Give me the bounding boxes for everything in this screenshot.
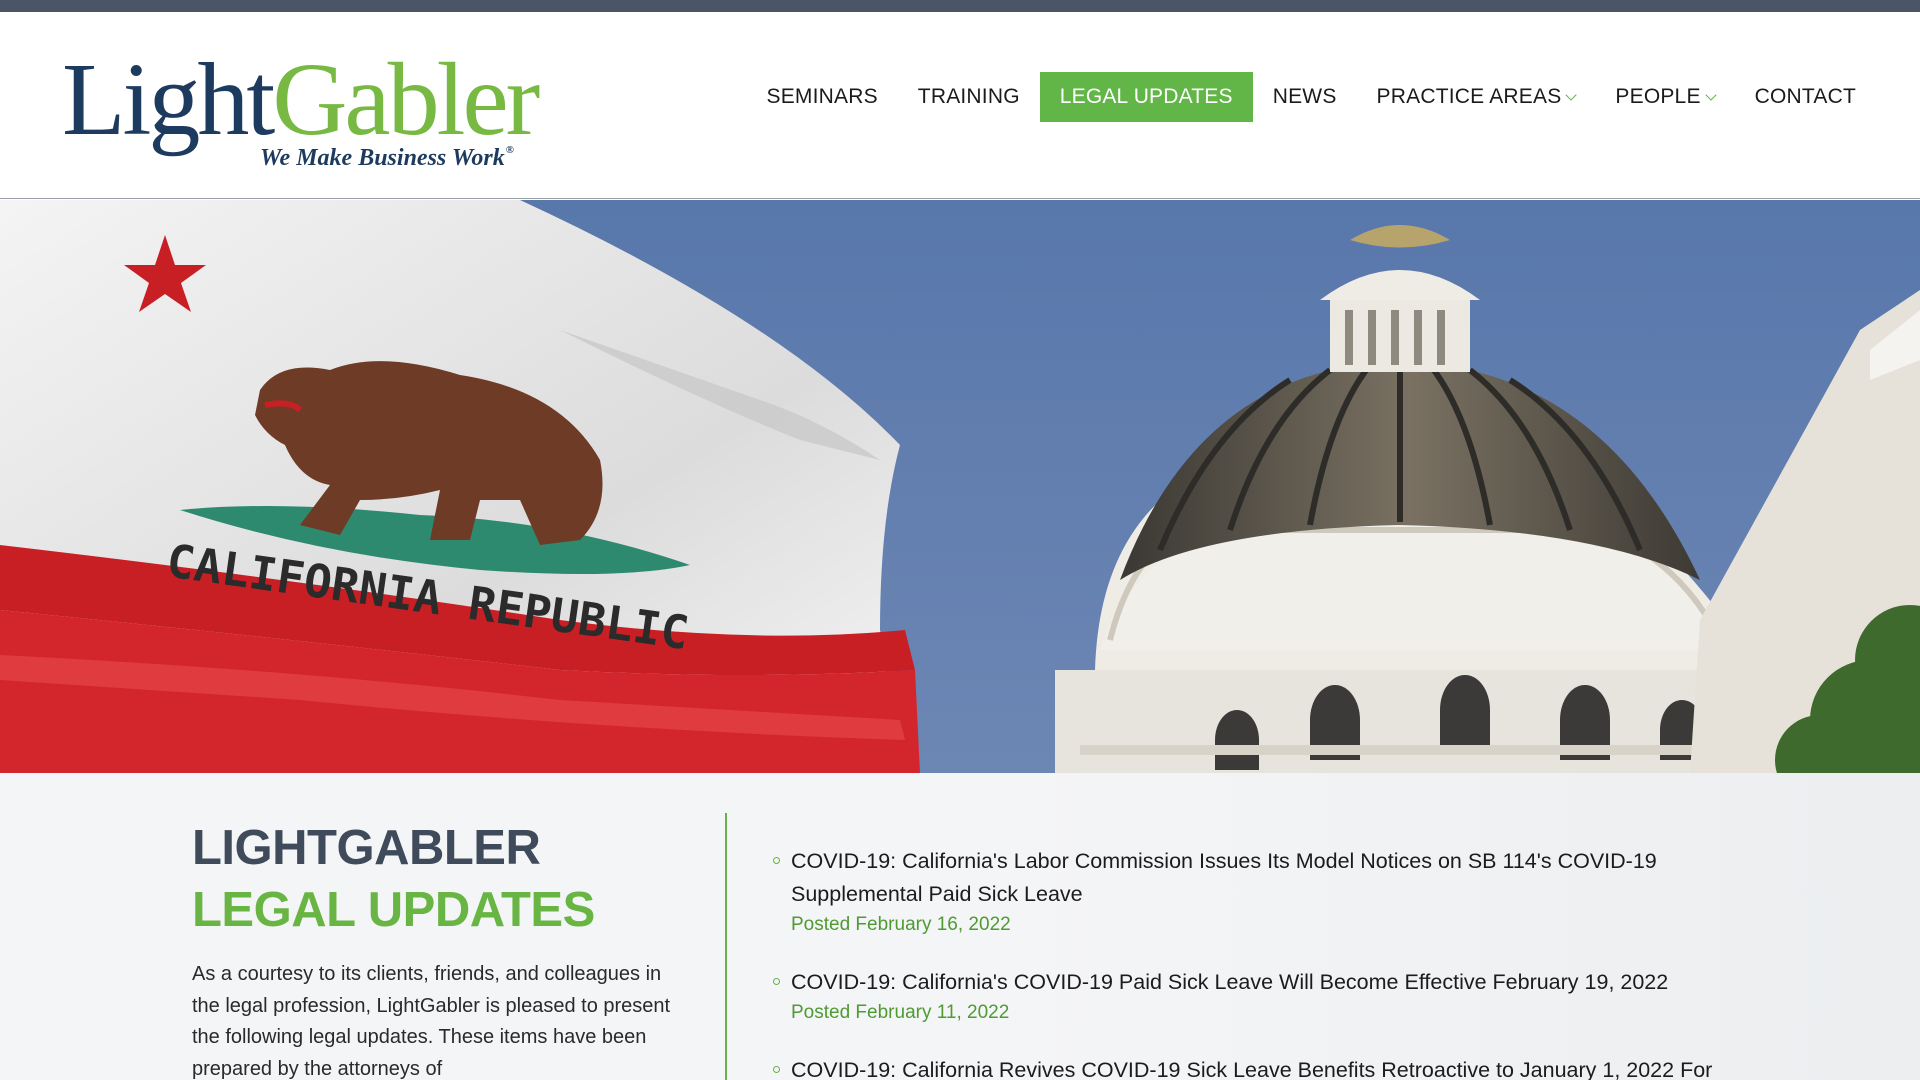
update-link[interactable]: COVID-19: California Revives COVID-19 Si… — [791, 1054, 1772, 1080]
site-header: LightGabler We Make Business Work® SEMIN… — [0, 12, 1920, 199]
list-item: COVID-19: California's Labor Commission … — [772, 845, 1772, 939]
update-date: Posted February 16, 2022 — [791, 914, 1011, 935]
page-title: LIGHTGABLER LEGAL UPDATES — [192, 817, 692, 941]
intro-paragraph: As a courtesy to its clients, friends, a… — [192, 963, 671, 1080]
logo-light: Light — [62, 42, 275, 157]
logo-gabler: Gabler — [272, 42, 540, 157]
logo-tagline-text: We Make Business Work — [260, 145, 505, 171]
vertical-divider — [725, 813, 727, 1080]
nav-item-label: PEOPLE — [1615, 85, 1701, 108]
nav-item-seminars[interactable]: SEMINARS — [747, 72, 898, 122]
nav-item-label: SEMINARS — [766, 85, 878, 108]
legal-updates-section: LIGHTGABLER LEGAL UPDATES As a courtesy … — [0, 773, 1920, 1080]
logo-tagline: We Make Business Work® — [260, 144, 514, 172]
nav-item-label: PRACTICE AREAS — [1376, 85, 1562, 108]
list-item: COVID-19: California's COVID-19 Paid Sic… — [772, 966, 1772, 1027]
update-date: Posted February 11, 2022 — [791, 1002, 1010, 1023]
nav-item-label: TRAINING — [917, 85, 1020, 108]
list-item: COVID-19: California Revives COVID-19 Si… — [772, 1054, 1772, 1080]
intro-block: LIGHTGABLER LEGAL UPDATES As a courtesy … — [192, 817, 692, 1080]
nav-item-label: NEWS — [1272, 85, 1337, 108]
bullet-icon — [773, 857, 780, 864]
page-title-line1: LIGHTGABLER — [192, 821, 541, 875]
chevron-down-icon — [1565, 89, 1578, 101]
updates-list: COVID-19: California's Labor Commission … — [772, 845, 1772, 1080]
nav-item-people[interactable]: PEOPLE — [1595, 72, 1734, 122]
hero-banner: CALIFORNIA REPUBLIC — [0, 200, 1920, 773]
registered-mark: ® — [505, 144, 514, 156]
top-accent-strip — [0, 0, 1920, 12]
logo-wordmark: LightGabler — [62, 48, 540, 152]
hero-photo-flag-and-capitol-dome: CALIFORNIA REPUBLIC — [0, 200, 1920, 773]
main-nav: SEMINARS TRAINING LEGAL UPDATES NEWS PRA… — [747, 72, 1877, 122]
nav-item-practice-areas[interactable]: PRACTICE AREAS — [1357, 72, 1596, 122]
nav-item-label: CONTACT — [1754, 85, 1856, 108]
nav-item-news[interactable]: NEWS — [1253, 72, 1357, 122]
bullet-icon — [773, 1066, 780, 1073]
bullet-icon — [773, 978, 780, 985]
nav-item-label: LEGAL UPDATES — [1059, 85, 1233, 108]
update-link[interactable]: COVID-19: California's Labor Commission … — [791, 845, 1772, 911]
nav-item-training[interactable]: TRAINING — [898, 72, 1040, 122]
chevron-down-icon — [1704, 89, 1717, 101]
nav-item-contact[interactable]: CONTACT — [1735, 72, 1876, 122]
logo[interactable]: LightGabler We Make Business Work® — [62, 48, 540, 178]
update-link[interactable]: COVID-19: California's COVID-19 Paid Sic… — [791, 966, 1772, 999]
page-title-line2: LEGAL UPDATES — [192, 883, 595, 937]
nav-item-legal-updates[interactable]: LEGAL UPDATES — [1039, 72, 1253, 122]
